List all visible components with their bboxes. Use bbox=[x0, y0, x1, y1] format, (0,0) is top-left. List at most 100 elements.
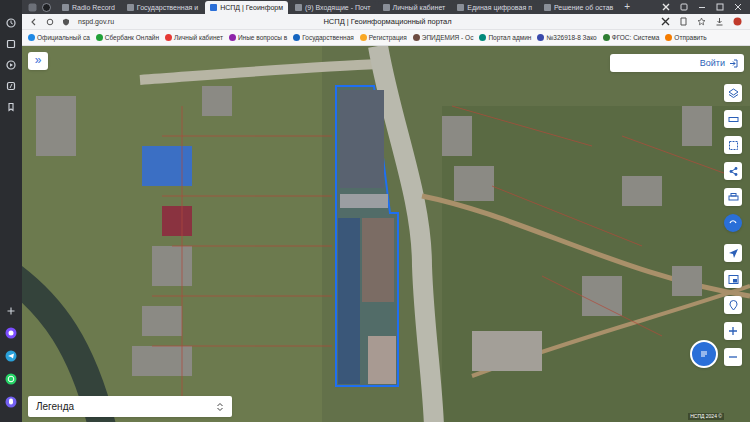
satellite-map[interactable] bbox=[22, 46, 750, 422]
search-map-button[interactable] bbox=[724, 296, 742, 314]
profile-icon[interactable] bbox=[733, 17, 742, 26]
zen-icon[interactable] bbox=[6, 81, 16, 91]
login-icon[interactable] bbox=[729, 59, 738, 68]
chat-button[interactable] bbox=[690, 340, 718, 368]
bookmark-label: ФГОС: Система bbox=[612, 33, 660, 43]
layers-icon bbox=[728, 88, 739, 99]
close-icon[interactable] bbox=[734, 3, 742, 11]
bookmark-favicon-icon bbox=[665, 34, 672, 41]
map-toolbar bbox=[724, 84, 742, 366]
bookmark-favicon-icon bbox=[165, 34, 172, 41]
share-icon bbox=[728, 166, 739, 177]
tab-group-icon[interactable] bbox=[42, 3, 51, 12]
favorite-icon[interactable] bbox=[697, 17, 706, 26]
measure-button[interactable] bbox=[724, 110, 742, 128]
layers-button[interactable] bbox=[724, 84, 742, 102]
browser-tab[interactable]: Решение об остав bbox=[539, 1, 618, 14]
select-button[interactable] bbox=[724, 136, 742, 154]
select-area-icon bbox=[728, 140, 739, 151]
login-bar: Войти bbox=[610, 54, 744, 72]
reload-icon[interactable] bbox=[46, 18, 54, 26]
bookmark-item[interactable]: ФГОС: Система bbox=[603, 33, 660, 43]
bookmark-favicon-icon bbox=[229, 34, 236, 41]
favicon-icon bbox=[127, 4, 134, 11]
zoom-out-button[interactable] bbox=[724, 348, 742, 366]
map-attribution: НСПД 2024 © bbox=[688, 413, 724, 420]
bookmark-item[interactable]: Личный кабинет bbox=[165, 33, 223, 43]
bookmark-item[interactable]: №326918-8 Зако bbox=[537, 33, 596, 43]
bookmark-favicon-icon bbox=[28, 34, 35, 41]
plus-icon bbox=[728, 326, 738, 336]
downloads-icon[interactable] bbox=[680, 3, 688, 11]
map[interactable]: » Войти Легенд bbox=[22, 46, 750, 422]
print-button[interactable] bbox=[724, 188, 742, 206]
bookmark-item[interactable]: Портал админ bbox=[479, 33, 531, 43]
bookmark-label: Портал админ bbox=[488, 33, 531, 43]
favicon-icon bbox=[62, 4, 69, 11]
add-panel-icon[interactable] bbox=[6, 306, 16, 316]
tab-list: Radio Record Государственная и НСПД | Геои… bbox=[57, 0, 618, 14]
zoom-in-button[interactable] bbox=[724, 322, 742, 340]
favicon-icon bbox=[210, 4, 217, 11]
address-bar: nspd.gov.ru НСПД | Геоинформационный пор… bbox=[22, 14, 750, 30]
viber-icon[interactable] bbox=[5, 396, 17, 408]
bookmark-label: Иные вопросы в bbox=[238, 33, 287, 43]
maximize-icon[interactable] bbox=[716, 3, 724, 11]
history-icon[interactable] bbox=[6, 18, 16, 28]
favicon-icon bbox=[457, 4, 464, 11]
bookmark-label: Государственная bbox=[302, 33, 354, 43]
collections-icon[interactable] bbox=[6, 39, 16, 49]
share-button[interactable] bbox=[724, 162, 742, 180]
legend-dropdown[interactable]: Легенда bbox=[28, 396, 232, 417]
tab-label: (9) Входящие - Почт bbox=[305, 3, 371, 13]
tab-label: Государственная и bbox=[137, 3, 198, 13]
bookmark-item[interactable]: Сбербанк Онлайн bbox=[96, 33, 159, 43]
bookmark-icon[interactable] bbox=[6, 102, 16, 112]
browser-tab[interactable]: Radio Record bbox=[57, 1, 120, 14]
minus-icon bbox=[728, 352, 738, 362]
bookmark-item[interactable]: Официальный са bbox=[28, 33, 90, 43]
browser-menu-icon[interactable] bbox=[28, 3, 37, 12]
bookmark-favicon-icon bbox=[479, 34, 486, 41]
play-icon[interactable] bbox=[6, 60, 16, 70]
minimize-icon[interactable] bbox=[698, 3, 706, 11]
browser-tab[interactable]: Единая цифровая п bbox=[452, 1, 537, 14]
locate-button[interactable] bbox=[724, 244, 742, 262]
extensions-icon[interactable] bbox=[662, 3, 670, 11]
favicon-icon bbox=[383, 4, 390, 11]
messenger-icon[interactable] bbox=[5, 327, 17, 339]
bookmark-item[interactable]: ЭПИДЕМИЯ - Ос bbox=[413, 33, 474, 43]
whatsapp-icon[interactable] bbox=[5, 373, 17, 385]
telegram-icon[interactable] bbox=[5, 350, 17, 362]
browser-tab[interactable]: Личный кабинет bbox=[378, 1, 451, 14]
bookmark-item[interactable]: Государственная bbox=[293, 33, 354, 43]
browser-tab[interactable]: Государственная и bbox=[122, 1, 203, 14]
browser-tab[interactable]: (9) Входящие - Почт bbox=[290, 1, 376, 14]
bookmarks-bar: Официальный са Сбербанк Онлайн Личный каби… bbox=[22, 30, 750, 46]
save-icon[interactable] bbox=[715, 17, 724, 26]
login-button[interactable]: Войти bbox=[700, 57, 725, 69]
minimap-button[interactable] bbox=[724, 270, 742, 288]
bookmark-item[interactable]: Отправить bbox=[665, 33, 706, 43]
chat-icon bbox=[698, 348, 710, 360]
browser-sidebar bbox=[0, 0, 22, 422]
help-button[interactable] bbox=[724, 214, 742, 232]
back-icon[interactable] bbox=[30, 18, 38, 26]
browser-tab[interactable]: НСПД | Геоинформ bbox=[205, 1, 288, 14]
help-icon bbox=[728, 218, 738, 228]
bookmark-label: №326918-8 Зако bbox=[546, 33, 596, 43]
bookmark-label: Сбербанк Онлайн bbox=[105, 33, 159, 43]
ruler-icon bbox=[728, 114, 739, 125]
bookmark-label: Отправить bbox=[674, 33, 706, 43]
translate-icon[interactable] bbox=[661, 17, 670, 26]
chevron-updown-icon bbox=[216, 402, 224, 412]
bookmark-favicon-icon bbox=[603, 34, 610, 41]
new-tab-button[interactable]: + bbox=[624, 1, 630, 13]
reader-icon[interactable] bbox=[679, 17, 688, 26]
bookmark-item[interactable]: Иные вопросы в bbox=[229, 33, 287, 43]
bookmark-item[interactable]: Регистрация bbox=[360, 33, 407, 43]
panel-toggle-button[interactable]: » bbox=[28, 52, 48, 70]
bookmark-favicon-icon bbox=[360, 34, 367, 41]
secure-icon bbox=[62, 18, 70, 26]
address-field[interactable]: nspd.gov.ru bbox=[78, 17, 114, 27]
